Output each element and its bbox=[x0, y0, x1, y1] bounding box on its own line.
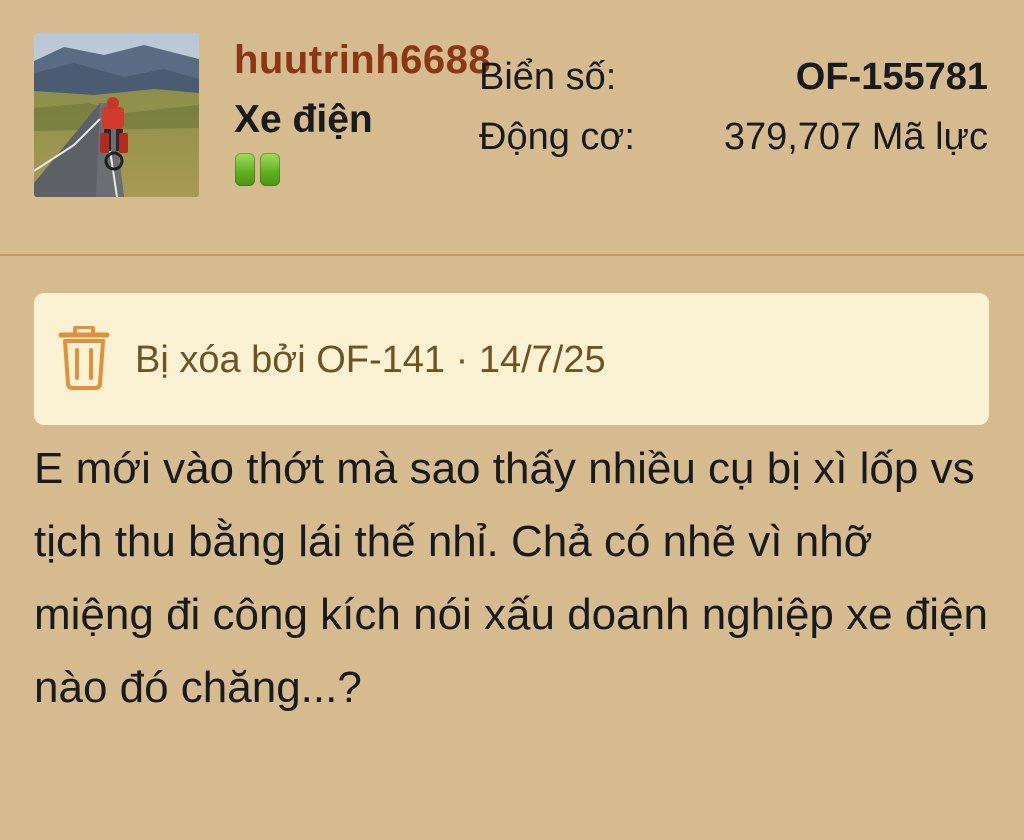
engine-value: 379,707 Mã lực bbox=[723, 116, 988, 158]
engine-label: Động cơ: bbox=[479, 116, 635, 158]
post-message: E mới vào thớt mà sao thấy nhiều cụ bị x… bbox=[34, 444, 989, 712]
user-title: Xe điện bbox=[234, 98, 373, 141]
avatar[interactable] bbox=[34, 33, 199, 197]
deleted-notice-text: Bị xóa bởi OF-141 · 14/7/25 bbox=[135, 339, 606, 381]
plate-value: OF-155781 bbox=[795, 56, 988, 98]
user-badges bbox=[235, 153, 280, 187]
post-header: huutrinh6688 Xe điện Biển số: OF-155781 … bbox=[0, 0, 1024, 256]
header-divider bbox=[0, 254, 1024, 256]
trash-icon bbox=[58, 325, 110, 390]
badge-pill bbox=[260, 153, 280, 186]
avatar-photo bbox=[34, 33, 199, 197]
plate-label: Biển số: bbox=[479, 56, 617, 98]
username[interactable]: huutrinh6688 bbox=[234, 38, 491, 83]
deleted-notice: Bị xóa bởi OF-141 · 14/7/25 bbox=[34, 293, 989, 425]
badge-pill bbox=[235, 153, 255, 186]
